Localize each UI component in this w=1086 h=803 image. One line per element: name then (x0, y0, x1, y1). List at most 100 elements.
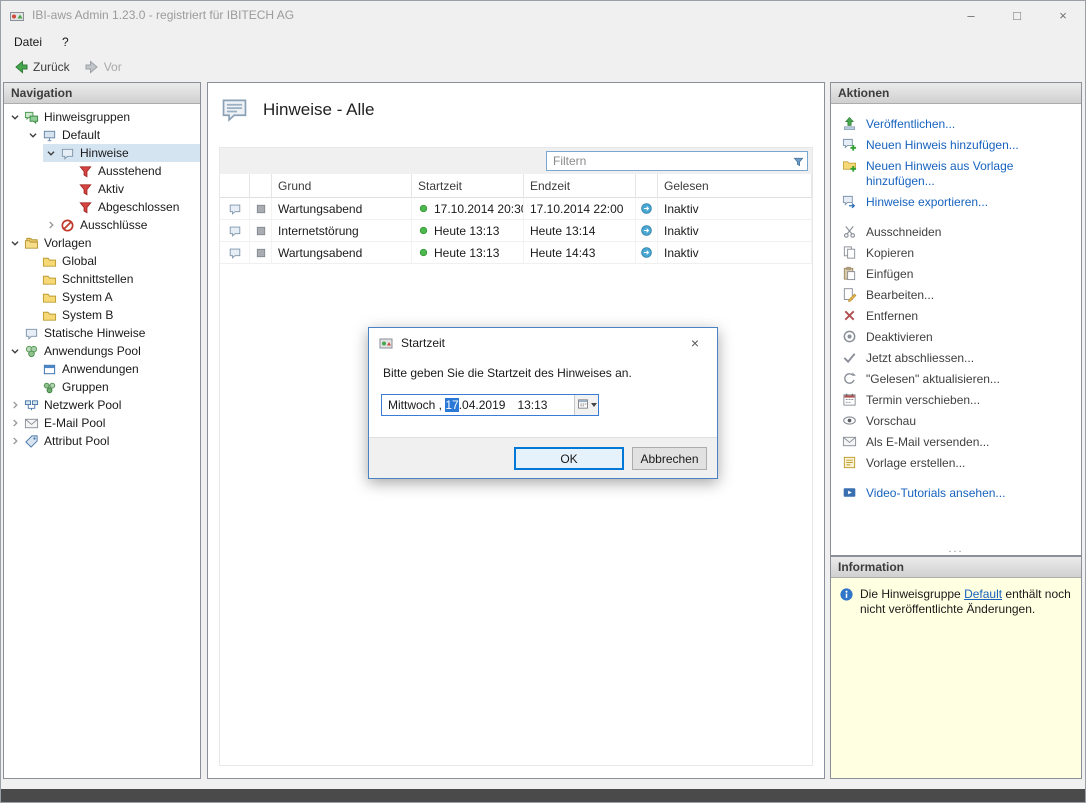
dialog-close-button[interactable]: × (673, 328, 717, 358)
cell-grund: Wartungsabend (272, 198, 412, 219)
menu-datei[interactable]: Datei (14, 35, 42, 49)
column-header-grund[interactable]: Grund (272, 174, 412, 197)
ok-button[interactable]: OK (514, 447, 624, 470)
tree-item-global[interactable]: Global (4, 252, 200, 270)
table-row[interactable]: InternetstörungHeute 13:13Heute 13:14Ina… (220, 220, 812, 242)
action-hinweise-exportieren[interactable]: Hinweise exportieren... (840, 192, 1073, 213)
column-header-endzeit[interactable]: Endzeit (524, 174, 636, 197)
back-button[interactable]: Zurück (6, 57, 77, 77)
chevron-right-icon[interactable] (7, 433, 23, 449)
window-controls: – □ × (948, 0, 1086, 30)
tree-item-vorlagen[interactable]: Vorlagen (4, 234, 200, 252)
column-header-icon2[interactable] (250, 174, 272, 197)
display-target-icon (250, 220, 272, 241)
calendar-icon (842, 392, 858, 408)
forward-button[interactable]: Vor (77, 57, 129, 77)
action-label: Jetzt abschliessen... (866, 351, 974, 366)
filter-input[interactable] (547, 154, 789, 168)
gelesen-status-icon (636, 220, 658, 241)
chevron-down-icon[interactable] (7, 343, 23, 359)
maximize-button[interactable]: □ (994, 0, 1040, 30)
folder-icon (41, 253, 57, 269)
chevron-down-icon[interactable] (7, 109, 23, 125)
tree-item-hinweisgruppen[interactable]: Hinweisgruppen (4, 108, 200, 126)
chevron-down-icon[interactable] (43, 145, 59, 161)
action-kopieren[interactable]: Kopieren (840, 243, 1073, 264)
bubble-icon (59, 145, 75, 161)
minimize-button[interactable]: – (948, 0, 994, 30)
refresh-icon (842, 371, 858, 387)
tree-item-label: Attribut Pool (44, 432, 109, 450)
tree-item-system-b[interactable]: System B (4, 306, 200, 324)
table-row[interactable]: WartungsabendHeute 13:13Heute 14:43Inakt… (220, 242, 812, 264)
forward-label: Vor (104, 60, 122, 74)
action-video-tutorials-ansehen[interactable]: Video-Tutorials ansehen... (840, 483, 1073, 504)
tree-item-system-a[interactable]: System A (4, 288, 200, 306)
cancel-button[interactable]: Abbrechen (632, 447, 707, 470)
action-als-e-mail-versenden[interactable]: Als E-Mail versenden... (840, 432, 1073, 453)
tree-item-netzwerk-pool[interactable]: Netzwerk Pool (4, 396, 200, 414)
action-veroeffentlichen[interactable]: Veröffentlichen... (840, 114, 1073, 135)
column-header-icon1[interactable] (220, 174, 250, 197)
action-vorlage-erstellen[interactable]: Vorlage erstellen... (840, 453, 1073, 474)
action-deaktivieren[interactable]: Deaktivieren (840, 327, 1073, 348)
page-title: Hinweise - Alle (263, 100, 375, 120)
tree-item-hinweise[interactable]: Hinweise (4, 144, 200, 162)
datetime-dropdown-button[interactable] (574, 395, 598, 415)
tree-item-gruppen[interactable]: Gruppen (4, 378, 200, 396)
tree-item-default[interactable]: Default (4, 126, 200, 144)
filter-funnel-icon[interactable] (789, 155, 807, 168)
action-ausschneiden[interactable]: Ausschneiden (840, 222, 1073, 243)
tree-item-abgeschlossen[interactable]: Abgeschlossen (4, 198, 200, 216)
network-icon (23, 397, 39, 413)
folder-icon (41, 307, 57, 323)
menu-help[interactable]: ? (62, 35, 69, 49)
cell-grund: Wartungsabend (272, 242, 412, 263)
exclude-icon (59, 217, 75, 233)
action-label: Vorschau (866, 414, 916, 429)
email-icon (842, 434, 858, 450)
navigation-tree: HinweisgruppenDefaultHinweiseAusstehendA… (4, 104, 200, 450)
actions-splitter[interactable]: ... (831, 544, 1081, 554)
action-label: Hinweise exportieren... (866, 195, 988, 210)
datetime-picker[interactable]: Mittwoch , 17.04.201913:13 (381, 394, 599, 416)
window-title: IBI-aws Admin 1.23.0 - registriert für I… (32, 8, 294, 22)
gelesen-status-icon (636, 242, 658, 263)
action-termin-verschieben[interactable]: Termin verschieben... (840, 390, 1073, 411)
chevron-down-icon[interactable] (25, 127, 41, 143)
action-entfernen[interactable]: Entfernen (840, 306, 1073, 327)
chevron-right-icon[interactable] (43, 217, 59, 233)
action-vorschau[interactable]: Vorschau (840, 411, 1073, 432)
action-label: Kopieren (866, 246, 914, 261)
tree-item-ausschluesse[interactable]: Ausschlüsse (4, 216, 200, 234)
tree-item-anwendungs-pool[interactable]: Anwendungs Pool (4, 342, 200, 360)
tree-item-ausstehend[interactable]: Ausstehend (4, 162, 200, 180)
chevron-right-icon[interactable] (7, 415, 23, 431)
tree-item-schnittstellen[interactable]: Schnittstellen (4, 270, 200, 288)
bubble-icon (23, 325, 39, 341)
table-row[interactable]: Wartungsabend17.10.2014 20:3017.10.2014 … (220, 198, 812, 220)
cell-endzeit: 17.10.2014 22:00 (524, 198, 636, 219)
tree-item-attribut-pool[interactable]: Attribut Pool (4, 432, 200, 450)
action-bearbeiten[interactable]: Bearbeiten... (840, 285, 1073, 306)
filter-bar (220, 148, 812, 174)
tree-item-label: Anwendungen (62, 360, 139, 378)
action-neuen-hinweis-aus-vorlage-hinzufuegen[interactable]: Neuen Hinweis aus Vorlage hinzufügen... (840, 156, 1073, 192)
action-neuen-hinweis-hinzufuegen[interactable]: Neuen Hinweis hinzufügen... (840, 135, 1073, 156)
tree-item-aktiv[interactable]: Aktiv (4, 180, 200, 198)
tree-item-anwendungen[interactable]: Anwendungen (4, 360, 200, 378)
funnel-red-icon (77, 199, 93, 215)
chevron-right-icon[interactable] (7, 397, 23, 413)
tree-item-e-mail-pool[interactable]: E-Mail Pool (4, 414, 200, 432)
default-group-link[interactable]: Default (964, 587, 1002, 601)
chevron-down-icon[interactable] (7, 235, 23, 251)
action-label: Veröffentlichen... (866, 117, 955, 132)
close-button[interactable]: × (1040, 0, 1086, 30)
action-gelesen-aktualisieren[interactable]: "Gelesen" aktualisieren... (840, 369, 1073, 390)
action-einfuegen[interactable]: Einfügen (840, 264, 1073, 285)
action-jetzt-abschliessen[interactable]: Jetzt abschliessen... (840, 348, 1073, 369)
column-header-startzeit[interactable]: Startzeit (412, 174, 524, 197)
tree-item-statische-hinweise[interactable]: Statische Hinweise (4, 324, 200, 342)
column-header-statusicon[interactable] (636, 174, 658, 197)
column-header-gelesen[interactable]: Gelesen (658, 174, 812, 197)
